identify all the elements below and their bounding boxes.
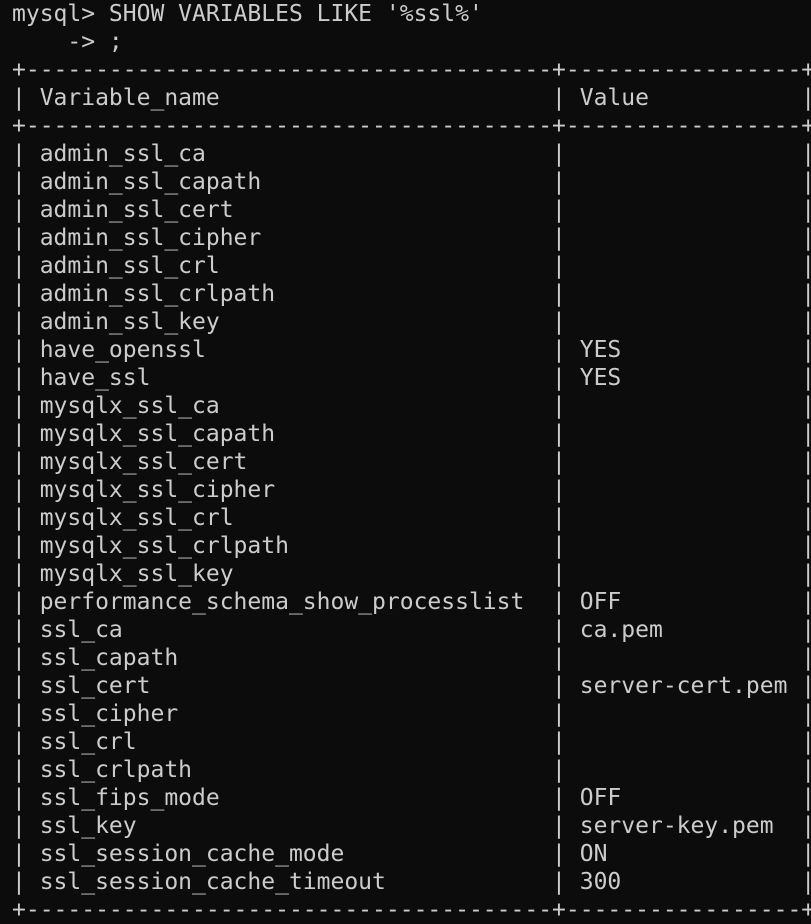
table-header: | Variable_name | Value | <box>12 85 811 111</box>
table-row: | mysqlx_ssl_crlpath | | <box>12 533 811 559</box>
table-row: | admin_ssl_key | | <box>12 309 811 335</box>
command-line: mysql> SHOW VARIABLES LIKE '%ssl%' <box>12 1 483 27</box>
table-row: | mysqlx_ssl_cert | | <box>12 449 811 475</box>
table-row: | mysqlx_ssl_crl | | <box>12 505 811 531</box>
table-row: | ssl_ca | ca.pem | <box>12 617 811 643</box>
table-row: | ssl_cert | server-cert.pem | <box>12 673 811 699</box>
table-row: | performance_schema_show_processlist | … <box>12 589 811 615</box>
table-border-top: +--------------------------------------+… <box>12 57 811 83</box>
terminal-window[interactable]: mysql> SHOW VARIABLES LIKE '%ssl%' -> ; … <box>0 0 811 923</box>
table-row: | ssl_crl | | <box>12 729 811 755</box>
table-border-bottom: +--------------------------------------+… <box>12 897 811 923</box>
table-row: | admin_ssl_cipher | | <box>12 225 811 251</box>
table-row: | admin_ssl_capath | | <box>12 169 811 195</box>
table-row: | have_openssl | YES | <box>12 337 811 363</box>
table-row: | mysqlx_ssl_key | | <box>12 561 811 587</box>
continuation-line: -> ; <box>12 29 123 55</box>
table-row: | admin_ssl_ca | | <box>12 141 811 167</box>
table-row: | admin_ssl_crlpath | | <box>12 281 811 307</box>
table-border-header: +--------------------------------------+… <box>12 113 811 139</box>
table-row: | mysqlx_ssl_capath | | <box>12 421 811 447</box>
table-row: | ssl_capath | | <box>12 645 811 671</box>
table-row: | ssl_fips_mode | OFF | <box>12 785 811 811</box>
table-row: | ssl_key | server-key.pem | <box>12 813 811 839</box>
table-row: | ssl_session_cache_mode | ON | <box>12 841 811 867</box>
table-row: | admin_ssl_crl | | <box>12 253 811 279</box>
table-row: | ssl_cipher | | <box>12 701 811 727</box>
table-row: | have_ssl | YES | <box>12 365 811 391</box>
table-row: | mysqlx_ssl_ca | | <box>12 393 811 419</box>
table-row: | admin_ssl_cert | | <box>12 197 811 223</box>
table-row: | ssl_crlpath | | <box>12 757 811 783</box>
table-row: | mysqlx_ssl_cipher | | <box>12 477 811 503</box>
table-row: | ssl_session_cache_timeout | 300 | <box>12 869 811 895</box>
